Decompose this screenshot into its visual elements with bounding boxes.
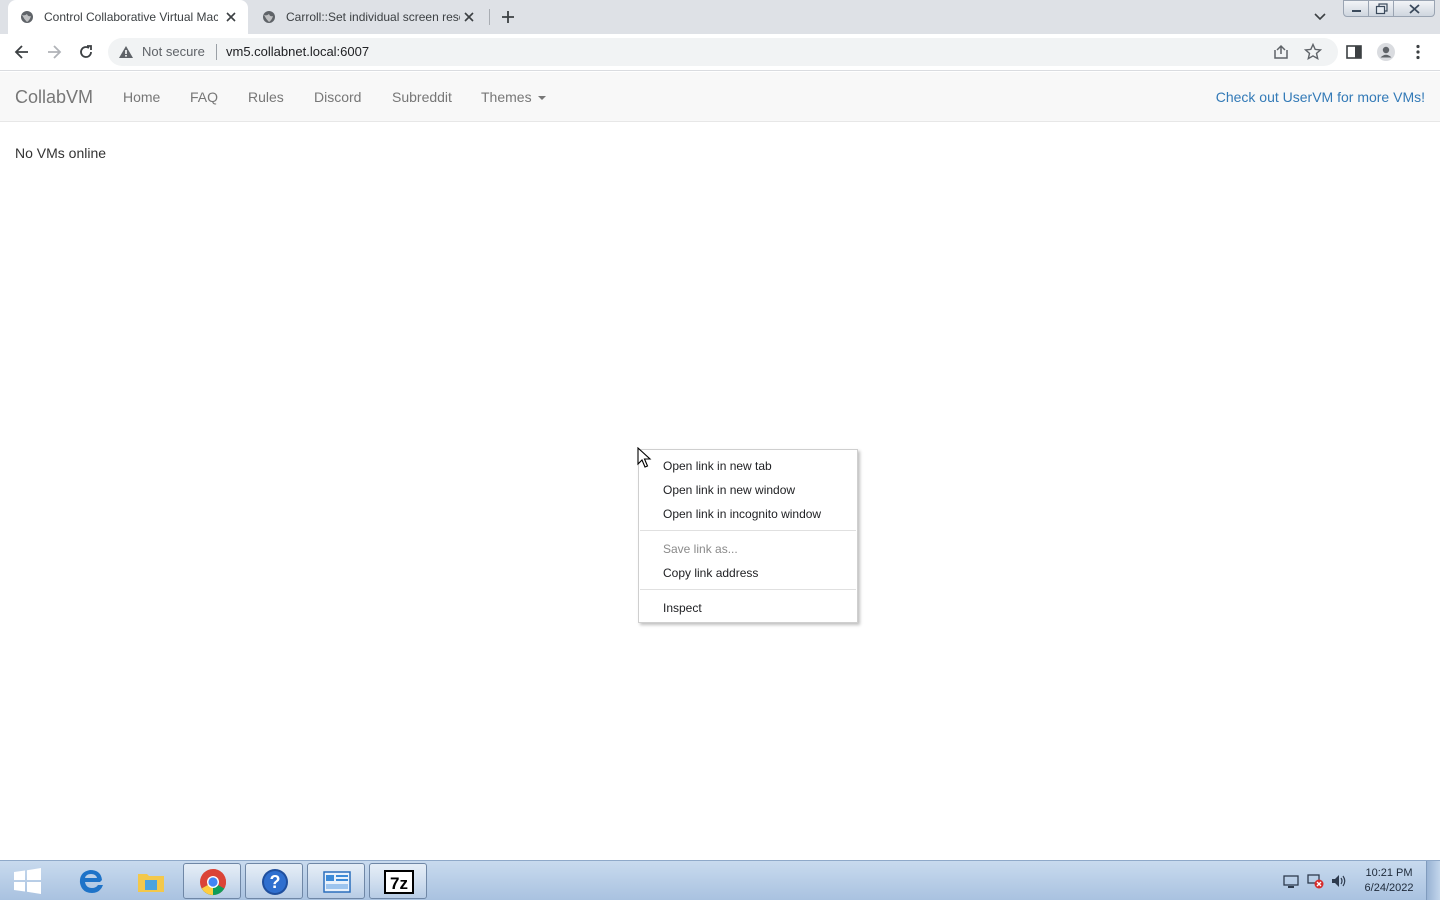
- reload-icon[interactable]: [76, 42, 96, 62]
- restore-icon: [1375, 3, 1388, 15]
- nav-link-subreddit[interactable]: Subreddit: [392, 89, 452, 105]
- window-close-button[interactable]: [1393, 0, 1435, 17]
- share-icon[interactable]: [1272, 44, 1290, 60]
- chevron-down-icon[interactable]: [1312, 10, 1328, 24]
- tab-divider: [489, 9, 490, 25]
- menu-separator: [640, 589, 856, 590]
- show-desktop-button[interactable]: [1426, 861, 1440, 900]
- url-text[interactable]: vm5.collabnet.local:6007: [226, 45, 369, 59]
- taskbar-help-button[interactable]: ?: [245, 863, 303, 899]
- menu-item-open-new-window[interactable]: Open link in new window: [663, 483, 795, 497]
- bookmark-star-icon[interactable]: [1304, 43, 1322, 61]
- clock-time: 10:21 PM: [1365, 867, 1413, 879]
- kebab-menu-icon[interactable]: [1408, 42, 1428, 62]
- svg-text:?: ?: [270, 872, 281, 892]
- menu-item-save-link: Save link as...: [663, 542, 738, 556]
- minimize-button[interactable]: [1343, 0, 1369, 17]
- menu-item-inspect[interactable]: Inspect: [663, 601, 702, 615]
- side-panel-icon[interactable]: [1344, 42, 1364, 62]
- close-icon: [1409, 4, 1420, 14]
- tab-title: Control Collaborative Virtual Machines!: [44, 10, 218, 24]
- internet-explorer-icon: [79, 870, 103, 893]
- close-icon[interactable]: [462, 10, 476, 24]
- restore-button[interactable]: [1368, 0, 1394, 17]
- nav-dropdown-themes[interactable]: Themes: [481, 89, 546, 105]
- taskbar: ? 7z: [0, 860, 1440, 900]
- taskbar-ie-button[interactable]: [61, 863, 119, 899]
- help-icon: ?: [262, 869, 288, 895]
- close-icon[interactable]: [224, 10, 238, 24]
- nav-link-discord[interactable]: Discord: [314, 89, 361, 105]
- menu-item-open-incognito[interactable]: Open link in incognito window: [663, 507, 821, 521]
- taskbar-explorer-button[interactable]: [122, 863, 180, 899]
- control-panel-icon: [323, 871, 351, 893]
- chrome-icon: [200, 869, 227, 896]
- volume-icon[interactable]: [1330, 873, 1348, 889]
- themes-label: Themes: [481, 89, 532, 105]
- site-navbar: CollabVM Home FAQ Rules Discord Subreddi…: [0, 72, 1440, 122]
- plus-icon[interactable]: [498, 7, 518, 27]
- taskbar-7zip-button[interactable]: 7z: [369, 863, 427, 899]
- address-divider: [216, 44, 217, 60]
- profile-icon[interactable]: [1376, 42, 1396, 62]
- minimize-icon: [1352, 10, 1361, 12]
- mouse-cursor-icon: [637, 447, 652, 468]
- globe-icon: [21, 11, 33, 23]
- warning-icon[interactable]: [118, 45, 134, 59]
- clock-date: 6/24/2022: [1364, 882, 1414, 894]
- browser-tab-active[interactable]: Control Collaborative Virtual Machines!: [8, 0, 248, 34]
- uservm-link[interactable]: Check out UserVM for more VMs!: [1216, 89, 1425, 105]
- security-status[interactable]: Not secure: [142, 45, 205, 59]
- taskbar-clock[interactable]: 10:21 PM 6/24/2022: [1356, 866, 1422, 896]
- forward-arrow-icon[interactable]: [44, 42, 64, 62]
- back-arrow-icon[interactable]: [12, 42, 32, 62]
- nav-link-faq[interactable]: FAQ: [190, 89, 218, 105]
- folder-icon: [138, 874, 164, 892]
- browser-toolbar: Not secure vm5.collabnet.local:6007: [0, 34, 1440, 71]
- globe-icon: [263, 11, 275, 23]
- tab-title: Carroll::Set individual screen resolutio…: [286, 10, 460, 24]
- menu-separator: [640, 530, 856, 531]
- browser-tab-strip: Control Collaborative Virtual Machines! …: [0, 0, 1440, 34]
- address-bar[interactable]: Not secure vm5.collabnet.local:6007: [108, 38, 1338, 66]
- taskbar-chrome-button[interactable]: [183, 863, 241, 899]
- 7zip-icon: 7z: [384, 870, 414, 894]
- 7zip-label: 7z: [390, 874, 408, 893]
- network-error-icon[interactable]: [1306, 873, 1324, 889]
- action-center-icon[interactable]: [1282, 873, 1300, 889]
- windows-start-icon[interactable]: [8, 865, 46, 897]
- vm-status-message: No VMs online: [15, 145, 107, 161]
- context-menu: Open link in new tab Open link in new wi…: [638, 449, 858, 623]
- nav-link-rules[interactable]: Rules: [248, 89, 284, 105]
- site-brand[interactable]: CollabVM: [15, 87, 93, 107]
- taskbar-control-panel-button[interactable]: [307, 863, 365, 899]
- menu-item-copy-link[interactable]: Copy link address: [663, 566, 758, 580]
- browser-tab-inactive[interactable]: Carroll::Set individual screen resolutio…: [250, 0, 486, 34]
- caret-down-icon: [537, 96, 546, 101]
- menu-item-open-new-tab[interactable]: Open link in new tab: [663, 459, 772, 473]
- nav-link-home[interactable]: Home: [123, 89, 160, 105]
